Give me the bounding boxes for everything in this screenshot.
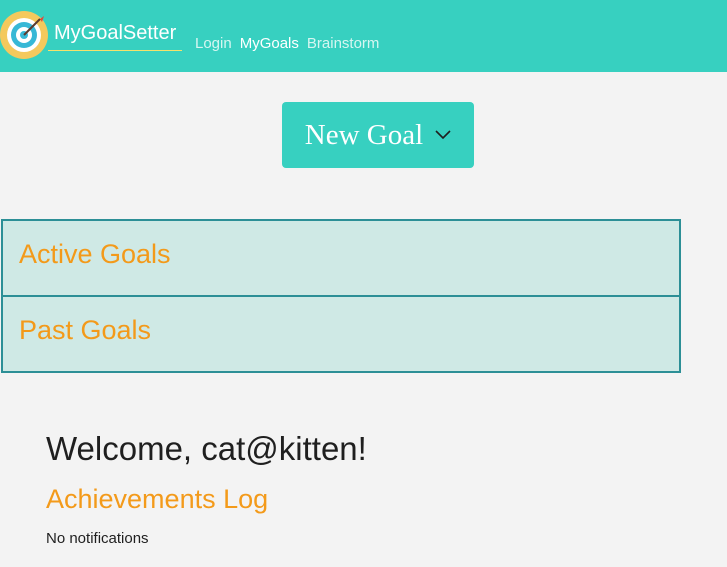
new-goal-label: New Goal xyxy=(304,118,424,151)
achievements-log-title: Achievements Log xyxy=(46,484,269,514)
target-dart-icon[interactable] xyxy=(0,11,48,59)
past-goals-title: Past Goals xyxy=(19,315,152,345)
nav-links: Login MyGoals Brainstorm xyxy=(195,35,379,52)
nav-login[interactable]: Login xyxy=(195,35,232,52)
chevron-down-icon xyxy=(435,130,451,140)
brand-link[interactable]: MyGoalSetter xyxy=(48,22,183,51)
nav-mygoals[interactable]: MyGoals xyxy=(240,35,299,52)
notifications-message: No notifications xyxy=(46,530,149,547)
past-goals-panel[interactable]: Past Goals xyxy=(1,295,681,373)
new-goal-button[interactable]: New Goal xyxy=(282,102,474,168)
welcome-heading: Welcome, cat@kitten! xyxy=(46,430,367,467)
active-goals-panel[interactable]: Active Goals xyxy=(1,219,681,297)
nav-brainstorm[interactable]: Brainstorm xyxy=(307,35,380,52)
active-goals-title: Active Goals xyxy=(19,239,171,269)
navbar: MyGoalSetter Login MyGoals Brainstorm xyxy=(0,0,727,72)
